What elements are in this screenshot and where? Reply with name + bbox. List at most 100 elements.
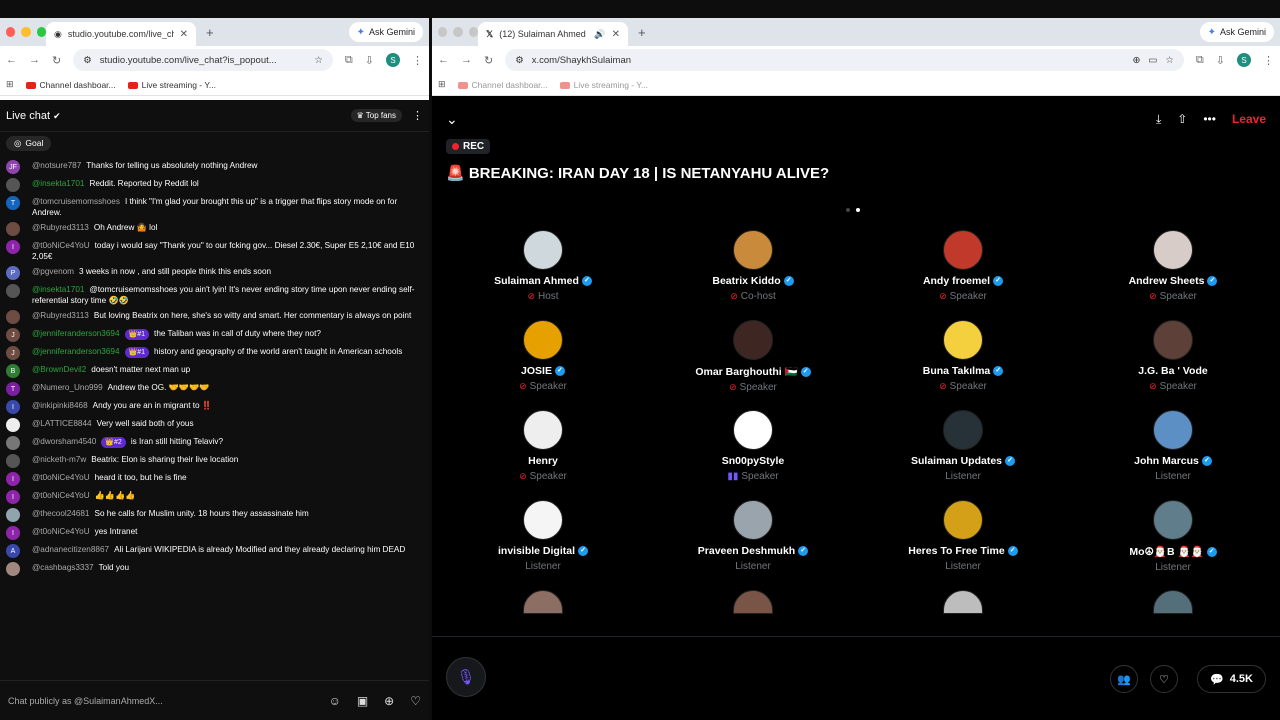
avatar[interactable]	[6, 178, 20, 192]
avatar[interactable]	[6, 310, 20, 324]
chat-message[interactable]: I @t0oNiCe4YoU heard it too, but he is fin…	[0, 470, 429, 488]
participant[interactable]: John Marcus ✓ Listener	[1068, 410, 1278, 482]
extensions-icon[interactable]: ⧉	[345, 54, 353, 67]
participant-avatar[interactable]	[523, 500, 563, 540]
add-icon[interactable]: ⊕	[384, 694, 394, 708]
avatar[interactable]: I	[6, 526, 20, 540]
react-button[interactable]: ♡	[1150, 665, 1178, 693]
author-name[interactable]: @Numero_Uno999	[32, 383, 103, 392]
chat-message[interactable]: @insekta1701 Reddit. Reported by Reddit l…	[0, 176, 429, 194]
participant-partial[interactable]	[648, 590, 858, 614]
author-name[interactable]: @pgvenom	[32, 267, 74, 276]
participant-avatar[interactable]	[943, 410, 983, 450]
author-name[interactable]: @jenniferanderson3694	[32, 329, 120, 338]
apps-grid-icon[interactable]: ⊞	[6, 79, 14, 90]
chat-message[interactable]: I @inkipinki8468 Andy you are an in migran…	[0, 398, 429, 416]
site-info-icon[interactable]: ⚙	[515, 55, 524, 66]
chat-message[interactable]: @nicketh-m7w Beatrix: Elon is sharing the…	[0, 452, 429, 470]
close-window-button[interactable]	[438, 27, 448, 37]
avatar[interactable]	[6, 454, 20, 468]
author-name[interactable]: @t0oNiCe4YoU	[32, 473, 90, 482]
super-chat-icon[interactable]: ▣	[357, 694, 368, 708]
profile-avatar[interactable]: S	[1237, 53, 1251, 67]
avatar[interactable]	[6, 222, 20, 236]
avatar[interactable]	[6, 418, 20, 432]
chat-message[interactable]: @Rubyred3113 But loving Beatrix on here, …	[0, 308, 429, 326]
chat-message[interactable]: I @t0oNiCe4YoU yes Intranet	[0, 524, 429, 542]
chat-input[interactable]: Chat publicly as @SulaimanAhmedX...	[8, 696, 313, 706]
participant-avatar[interactable]	[1153, 410, 1193, 450]
author-name[interactable]: @insekta1701	[32, 285, 84, 294]
maximize-window-button[interactable]	[468, 27, 478, 37]
avatar[interactable]: I	[6, 240, 20, 254]
participant[interactable]: J.G. Ba ' Vode ⊘ Speaker	[1068, 320, 1278, 392]
apps-grid-icon[interactable]: ⊞	[438, 79, 446, 90]
avatar[interactable]	[6, 508, 20, 522]
forward-icon[interactable]: →	[29, 54, 40, 66]
site-info-icon[interactable]: ⚙	[83, 55, 92, 66]
participant-avatar[interactable]	[1153, 320, 1193, 360]
bookmark-live-streaming[interactable]: Live streaming - Y...	[559, 80, 648, 90]
close-window-button[interactable]	[6, 27, 16, 37]
participant[interactable]: invisible Digital ✓ Listener	[438, 500, 648, 572]
chat-message[interactable]: T @tomcruisemomsshoes I think "I'm glad yo…	[0, 194, 429, 220]
participant-avatar[interactable]	[733, 230, 773, 270]
participant[interactable]: Sulaiman Ahmed ✓ ⊘ Host	[438, 230, 648, 302]
participant-partial[interactable]	[1068, 590, 1278, 614]
participant[interactable]: Sulaiman Updates ✓ Listener	[858, 410, 1068, 482]
tab-close-icon[interactable]: ✕	[180, 29, 188, 40]
bookmark-star-icon[interactable]: ☆	[1165, 55, 1174, 66]
extensions-icon[interactable]: ⧉	[1196, 54, 1204, 67]
avatar[interactable]: B	[6, 364, 20, 378]
chat-message[interactable]: B @BrownDevil2 doesn't matter next man up	[0, 362, 429, 380]
speaker-icon[interactable]: 🔊	[594, 29, 605, 40]
avatar[interactable]: I	[6, 472, 20, 486]
chat-message[interactable]: T @Numero_Uno999 Andrew the OG. 🤝🤝🤝🤝	[0, 380, 429, 398]
author-name[interactable]: @inkipinki8468	[32, 401, 88, 410]
reload-icon[interactable]: ↻	[484, 54, 493, 67]
people-button[interactable]: 👥	[1110, 665, 1138, 693]
chat-message[interactable]: A @adnanecitizen8867 Ali Larijani WIKIPEDI…	[0, 542, 429, 560]
participant[interactable]: JOSIE ✓ ⊘ Speaker	[438, 320, 648, 392]
microphone-button[interactable]: 🎙	[446, 657, 486, 697]
avatar[interactable]: I	[6, 490, 20, 504]
minimize-window-button[interactable]	[453, 27, 463, 37]
author-name[interactable]: @thecool24681	[32, 509, 89, 518]
ask-gemini-button[interactable]: ✦ Ask Gemini	[1199, 22, 1274, 42]
avatar[interactable]	[6, 436, 20, 450]
chat-message[interactable]: JF @notsure787 Thanks for telling us absol…	[0, 158, 429, 176]
participant[interactable]: Sn00pyStyle ▮▮ Speaker	[648, 410, 858, 482]
participant-avatar[interactable]	[733, 500, 773, 540]
chat-message[interactable]: @cashbags3337 Told you	[0, 560, 429, 578]
chat-message[interactable]: @LATTICE8844 Very well said both of yous	[0, 416, 429, 434]
author-name[interactable]: @adnanecitizen8867	[32, 545, 109, 554]
zoom-icon[interactable]: ⊕	[1132, 55, 1140, 66]
author-name[interactable]: @jenniferanderson3694	[32, 347, 120, 356]
new-tab-button[interactable]: +	[638, 25, 646, 40]
chat-message[interactable]: @Rubyred3113 Oh Andrew 🤷 lol	[0, 220, 429, 238]
more-options-icon[interactable]: •••	[1203, 112, 1216, 126]
reload-icon[interactable]: ↻	[52, 54, 61, 67]
participant-avatar[interactable]	[733, 590, 773, 614]
participant-avatar[interactable]	[523, 590, 563, 614]
author-name[interactable]: @nicketh-m7w	[32, 455, 86, 464]
url-field[interactable]: ⚙ studio.youtube.com/live_chat?is_popout…	[73, 49, 333, 71]
participant[interactable]: Henry ⊘ Speaker	[438, 410, 648, 482]
bookmark-star-icon[interactable]: ☆	[314, 55, 323, 66]
chat-title[interactable]: Live chat ✔	[6, 110, 351, 122]
top-fans-button[interactable]: ♛ Top fans	[350, 109, 402, 122]
forward-icon[interactable]: →	[461, 54, 472, 66]
participant-avatar[interactable]	[1153, 590, 1193, 614]
participant-avatar[interactable]	[523, 320, 563, 360]
bookmark-channel-dashboard[interactable]: Channel dashboar...	[457, 80, 548, 90]
participant-avatar[interactable]	[733, 410, 773, 450]
replies-button[interactable]: 💬 4.5K	[1197, 665, 1266, 693]
bookmark-channel-dashboard[interactable]: Channel dashboar...	[25, 80, 116, 90]
avatar[interactable]: T	[6, 382, 20, 396]
participant[interactable]: Omar Barghouthi 🇵🇸 ✓ ⊘ Speaker	[648, 320, 858, 393]
participant-avatar[interactable]	[943, 590, 983, 614]
back-icon[interactable]: ←	[6, 54, 17, 66]
chat-message[interactable]: P @pgvenom 3 weeks in now , and still peop…	[0, 264, 429, 282]
chat-messages[interactable]: JF @notsure787 Thanks for telling us absol…	[0, 158, 429, 678]
avatar[interactable]: I	[6, 400, 20, 414]
